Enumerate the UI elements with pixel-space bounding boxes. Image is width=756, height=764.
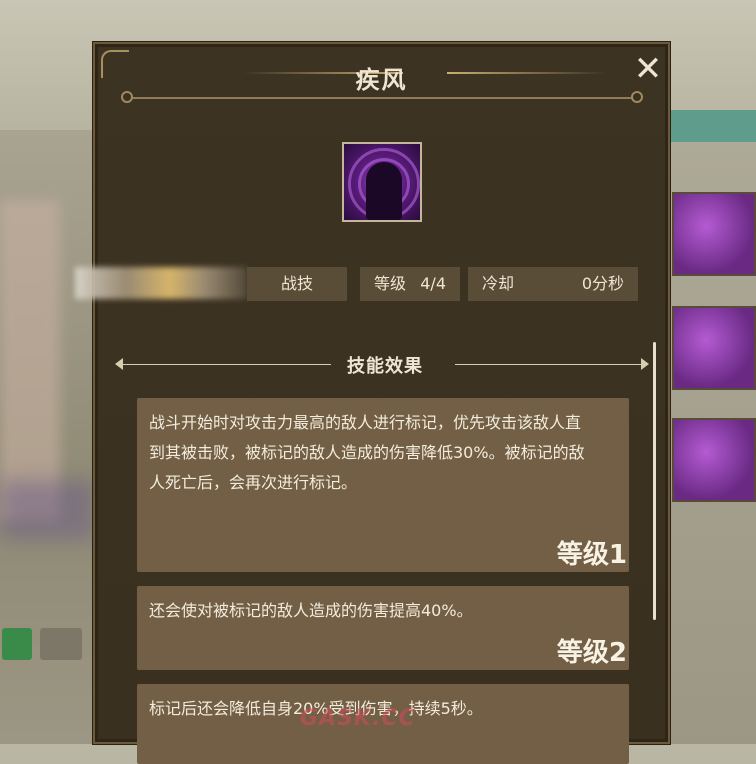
background-skill-tile [672, 418, 756, 502]
arrow-right-icon [641, 358, 649, 370]
effect-card: 还会使对被标记的敌人造成的伤害提高40%。 等级2 [137, 586, 629, 670]
skill-title: 疾风 [355, 66, 408, 94]
background-skill-tile [672, 192, 756, 276]
skill-detail-dialog: 疾风 ✕ 战技 等级 4/4 冷却 0分秒 技能效果 战斗开始时对攻击力最高的敌… [75, 42, 670, 764]
effect-level-label: 等级1 [556, 540, 627, 570]
effect-description: 还会使对被标记的敌人造成的伤害提高40%。 [149, 601, 473, 620]
ornament-dot [631, 91, 643, 103]
effect-card: 战斗开始时对攻击力最高的敌人进行标记，优先攻击该敌人直到其被击败，被标记的敌人造… [137, 398, 629, 572]
background-green-button [2, 628, 32, 660]
level-value: 4/4 [420, 274, 446, 293]
effect-description: 战斗开始时对攻击力最高的敌人进行标记，优先攻击该敌人直到其被击败，被标记的敌人造… [149, 413, 585, 492]
skill-type-badge: 战技 [247, 267, 347, 301]
censored-name-bar [75, 267, 247, 299]
background-tab-button [668, 110, 756, 142]
close-icon[interactable]: ✕ [631, 52, 665, 86]
effects-heading: 技能效果 [347, 356, 423, 377]
skill-level-badge: 等级 4/4 [360, 267, 460, 301]
cooldown-label: 冷却 [482, 274, 515, 293]
background-gray-button [40, 628, 82, 660]
effect-level-label: 等级2 [556, 638, 627, 668]
cooldown-value: 0分秒 [581, 274, 624, 293]
watermark: GASK.CC [300, 706, 416, 731]
effects-section-header: 技能效果 [115, 352, 655, 377]
scrollbar[interactable] [653, 342, 656, 620]
skill-type-label: 战技 [280, 274, 313, 293]
ornament-dot [121, 91, 133, 103]
background-skill-tile [672, 306, 756, 390]
cooldown-badge: 冷却 0分秒 [468, 267, 638, 301]
level-label: 等级 [374, 274, 407, 293]
skill-icon [342, 142, 422, 222]
header-ornament-line [125, 97, 638, 99]
